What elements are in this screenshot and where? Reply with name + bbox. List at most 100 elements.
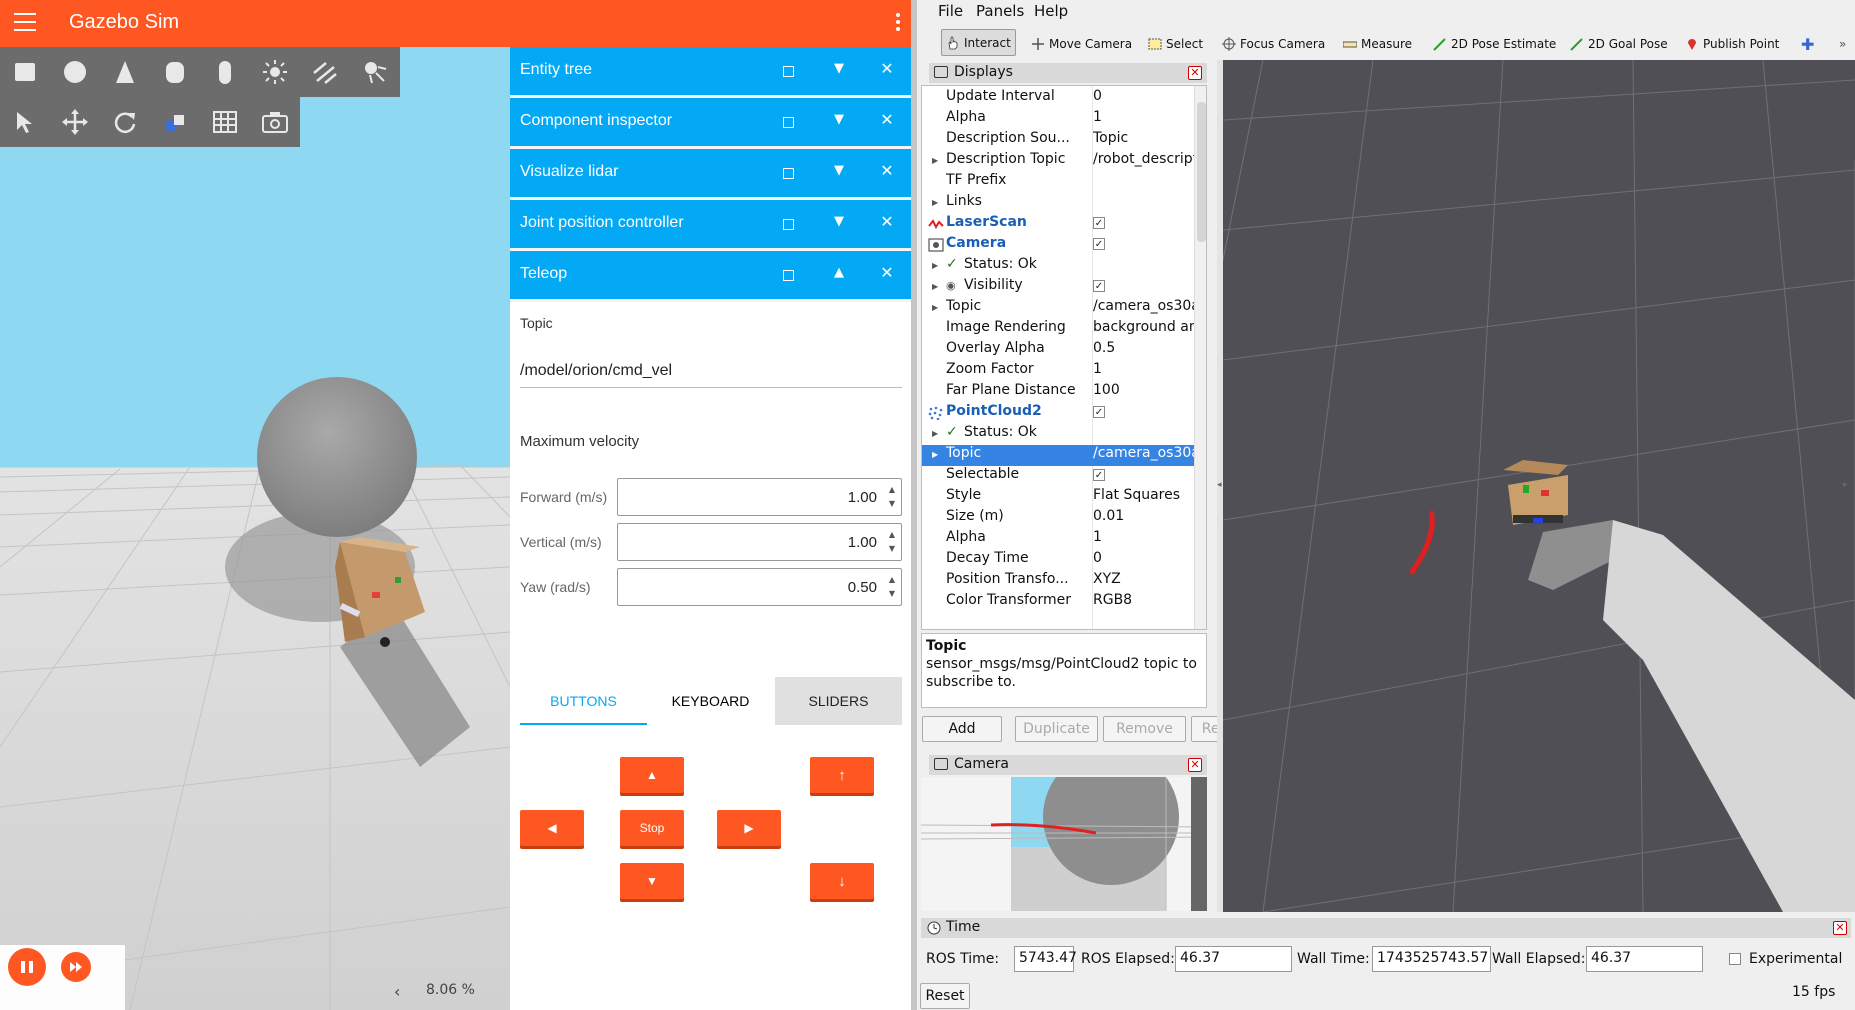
gazebo-3d-scene[interactable] [0,47,510,1010]
menu-file[interactable]: File [938,2,963,20]
close-icon[interactable]: ✕ [1188,66,1202,80]
tab-keyboard[interactable]: KEYBOARD [647,677,774,725]
tree-row[interactable]: Style Flat Squares [922,487,1206,508]
tree-row[interactable]: TF Prefix [922,172,1206,193]
experimental-checkbox[interactable] [1729,953,1741,965]
expand-arrow-icon[interactable]: ▶ [932,261,938,270]
tree-row[interactable]: Description Sou... Topic [922,130,1206,151]
tool-focus-camera[interactable]: Focus Camera [1218,32,1329,56]
vertical-up-button[interactable]: ↑ [810,757,874,793]
wall-elapsed-field[interactable]: 46.37 [1586,946,1703,972]
point-light-icon[interactable] [260,57,290,87]
decrement-icon[interactable]: ▼ [889,499,895,508]
cone-shape-icon[interactable] [110,57,140,87]
tree-row-pointcloud2[interactable]: PointCloud2 ✓ [922,403,1206,424]
tree-row[interactable]: ▶ Topic /camera_os30a/image... [922,298,1206,319]
select-cursor-icon[interactable] [10,107,40,137]
rviz-3d-view[interactable] [1223,60,1855,912]
panel-entity-tree[interactable]: Entity tree ▼ ✕ [510,47,911,95]
visibility-checkbox[interactable]: ✓ [1093,280,1105,292]
wall-time-field[interactable]: 1743525743.57 [1372,946,1491,972]
maximize-icon[interactable] [783,66,794,77]
tool-interact[interactable]: Interact [941,29,1016,56]
maximize-icon[interactable] [783,117,794,128]
vertical-down-button[interactable]: ↓ [810,863,874,899]
close-icon[interactable]: ✕ [879,161,895,180]
tree-row[interactable]: Update Interval 0 [922,88,1206,109]
increment-icon[interactable]: ▲ [889,575,895,584]
tree-row[interactable]: Image Rendering background and overlay [922,319,1206,340]
expand-arrow-icon[interactable]: ▶ [932,198,938,207]
topic-input[interactable] [520,354,902,388]
close-icon[interactable]: ✕ [879,59,895,78]
panel-joint-position-controller[interactable]: Joint position controller ▼ ✕ [510,200,911,248]
tab-sliders[interactable]: SLIDERS [775,677,902,725]
tree-row-laserscan[interactable]: LaserScan ✓ [922,214,1206,235]
tree-scrollbar[interactable] [1194,86,1206,629]
add-button[interactable]: Add [922,716,1002,742]
chevron-down-icon[interactable]: ▼ [831,163,847,178]
tree-row[interactable]: Selectable ✓ [922,466,1206,487]
pause-button[interactable] [8,948,46,986]
camera-image-view[interactable] [921,777,1207,911]
close-icon[interactable]: ✕ [1188,758,1202,772]
tree-row-camera[interactable]: Camera ✓ [922,235,1206,256]
expand-arrow-icon[interactable]: ▶ [932,156,938,165]
left-button[interactable]: ◀ [520,810,584,846]
chevron-down-icon[interactable]: ▼ [831,214,847,229]
right-button[interactable]: ▶ [717,810,781,846]
close-icon[interactable]: ✕ [879,110,895,129]
tool-move-camera[interactable]: Move Camera [1027,32,1136,56]
spot-light-icon[interactable] [360,57,390,87]
ros-time-field[interactable]: 5743.47 [1014,946,1077,972]
scrollbar-thumb[interactable] [1197,102,1206,242]
tree-row[interactable]: ▶ ✓ Status: Ok [922,424,1206,445]
close-icon[interactable]: ✕ [879,263,895,282]
displays-tree[interactable]: Update Interval 0 Alpha 1 Description So… [921,85,1207,630]
panel-component-inspector[interactable]: Component inspector ▼ ✕ [510,98,911,146]
translate-move-icon[interactable] [60,107,90,137]
expand-arrow-icon[interactable]: ▶ [932,282,938,291]
tree-row[interactable]: Overlay Alpha 0.5 [922,340,1206,361]
panel-visualize-lidar[interactable]: Visualize lidar ▼ ✕ [510,149,911,197]
maximize-icon[interactable] [783,270,794,281]
tree-row[interactable]: Far Plane Distance 100 [922,382,1206,403]
tree-row[interactable]: ▶ ◉ Visibility ✓ [922,277,1206,298]
grid-snap-icon[interactable] [210,107,240,137]
reset-button[interactable]: Reset [920,983,970,1009]
remove-button[interactable]: Remove [1103,716,1186,742]
expand-arrow-icon[interactable]: ▶ [932,450,938,459]
cylinder-shape-icon[interactable] [160,57,190,87]
tool-measure[interactable]: Measure [1339,32,1416,56]
rotate-icon[interactable] [110,107,140,137]
forward-spinbox[interactable]: 1.00 ▲ ▼ [617,478,902,516]
tree-row[interactable]: Size (m) 0.01 [922,508,1206,529]
close-icon[interactable]: ✕ [879,212,895,231]
view-angle-icon[interactable] [160,107,190,137]
step-forward-button[interactable] [61,952,91,982]
directional-light-icon[interactable] [310,57,340,87]
decrement-icon[interactable]: ▼ [889,544,895,553]
tree-row[interactable]: ▶ ✓ Status: Ok [922,256,1206,277]
ros-elapsed-field[interactable]: 46.37 [1175,946,1292,972]
maximize-icon[interactable] [783,168,794,179]
menu-help[interactable]: Help [1034,2,1068,20]
increment-icon[interactable]: ▲ [889,485,895,494]
backward-button[interactable]: ▼ [620,863,684,899]
expand-arrow-icon[interactable]: ▶ [932,429,938,438]
duplicate-button[interactable]: Duplicate [1015,716,1098,742]
tool-select[interactable]: Select [1144,32,1207,56]
collapse-left-icon[interactable]: ◂ [1217,480,1222,490]
tree-row[interactable]: Zoom Factor 1 [922,361,1206,382]
panel-teleop[interactable]: Teleop ▲ ✕ [510,251,911,299]
hamburger-menu-icon[interactable] [14,13,36,31]
forward-button[interactable]: ▲ [620,757,684,793]
tool-2d-pose-estimate[interactable]: 2D Pose Estimate [1429,32,1560,56]
tree-row[interactable]: Decay Time 0 [922,550,1206,571]
tree-row[interactable]: Color Transformer RGB8 [922,592,1206,613]
tree-row[interactable]: Alpha 1 [922,529,1206,550]
expand-arrow-icon[interactable]: ▶ [932,303,938,312]
tool-2d-goal-pose[interactable]: 2D Goal Pose [1566,32,1672,56]
more-playback-controls[interactable] [114,948,125,986]
decrement-icon[interactable]: ▼ [889,589,895,598]
